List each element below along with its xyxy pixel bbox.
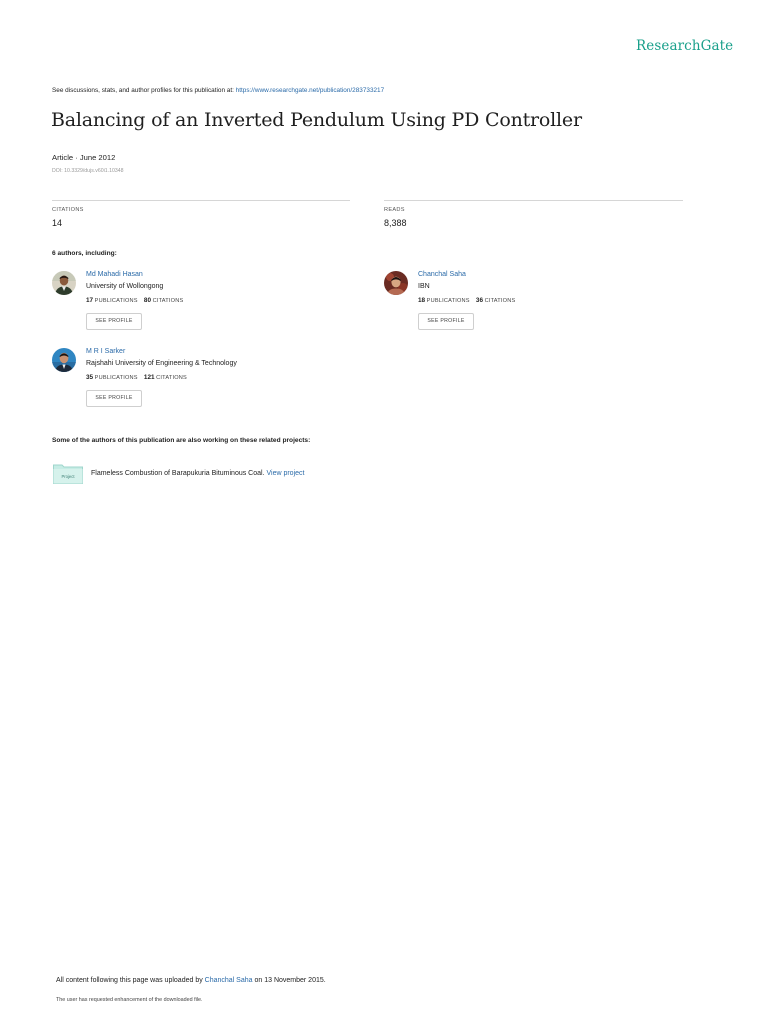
author-stats: 35 PUBLICATIONS 121 CITATIONS (86, 374, 187, 381)
citations-value: 14 (52, 218, 63, 228)
avatar-photo-icon[interactable] (52, 348, 76, 372)
project-title: Flameless Combustion of Barapukuria Bitu… (91, 470, 267, 477)
view-project-link[interactable]: View project (266, 470, 304, 477)
project-icon-label: Project (61, 474, 75, 479)
author-card: M R I Sarker Rajshahi University of Engi… (52, 348, 372, 410)
author-publications-label: PUBLICATIONS (426, 298, 470, 304)
author-publications-label: PUBLICATIONS (94, 298, 138, 304)
author-citations-label: CITATIONS (484, 298, 516, 304)
upload-suffix: on 13 November 2015. (252, 977, 326, 984)
author-name-link[interactable]: M R I Sarker (86, 348, 125, 355)
citations-divider (52, 200, 350, 201)
enhancement-note: The user has requested enhancement of th… (56, 997, 203, 1003)
author-publications-count: 35 (86, 374, 94, 381)
author-card: Chanchal Saha IBN 18 PUBLICATIONS 36 CIT… (384, 271, 684, 333)
author-publications-label: PUBLICATIONS (94, 375, 138, 381)
upload-note: All content following this page was uplo… (56, 977, 326, 984)
author-stats: 17 PUBLICATIONS 80 CITATIONS (86, 297, 183, 304)
publication-url-link[interactable]: https://www.researchgate.net/publication… (236, 87, 385, 94)
see-profile-button[interactable]: SEE PROFILE (86, 390, 142, 407)
author-institution: University of Wollongong (86, 283, 164, 290)
author-institution: Rajshahi University of Engineering & Tec… (86, 360, 237, 367)
publication-doi[interactable]: DOI: 10.3329/dujs.v60i1.10348 (52, 168, 124, 174)
publication-title: Balancing of an Inverted Pendulum Using … (51, 109, 582, 131)
author-stats: 18 PUBLICATIONS 36 CITATIONS (418, 297, 515, 304)
author-name-link[interactable]: Chanchal Saha (418, 271, 466, 278)
researchgate-logo[interactable]: ResearchGate (636, 38, 733, 54)
authors-heading: 6 authors, including: (52, 250, 117, 257)
uploader-link[interactable]: Chanchal Saha (205, 977, 253, 984)
discussion-line: See discussions, stats, and author profi… (52, 87, 384, 94)
reads-value: 8,388 (384, 218, 407, 228)
citations-label: CITATIONS (52, 207, 84, 213)
author-publications-count: 17 (86, 297, 94, 304)
author-citations-count: 121 (143, 374, 155, 381)
upload-prefix: All content following this page was uplo… (56, 977, 205, 984)
see-profile-button[interactable]: SEE PROFILE (418, 313, 474, 330)
reads-divider (384, 200, 683, 201)
author-citations-label: CITATIONS (156, 375, 187, 381)
publication-meta: Article · June 2012 (52, 153, 116, 162)
project-folder-icon[interactable]: Project (53, 462, 83, 484)
author-citations-count: 36 (475, 297, 484, 304)
author-citations-count: 80 (143, 297, 152, 304)
author-citations-label: CITATIONS (152, 298, 184, 304)
avatar-photo-icon[interactable] (384, 271, 408, 295)
author-institution: IBN (418, 283, 430, 290)
avatar-photo-icon[interactable] (52, 271, 76, 295)
author-card: Md Mahadi Hasan University of Wollongong… (52, 271, 352, 333)
author-name-link[interactable]: Md Mahadi Hasan (86, 271, 143, 278)
projects-heading: Some of the authors of this publication … (52, 437, 311, 444)
author-publications-count: 18 (418, 297, 426, 304)
discussion-lead: See discussions, stats, and author profi… (52, 87, 236, 94)
project-item: Flameless Combustion of Barapukuria Bitu… (91, 470, 304, 477)
reads-label: READS (384, 207, 405, 213)
see-profile-button[interactable]: SEE PROFILE (86, 313, 142, 330)
